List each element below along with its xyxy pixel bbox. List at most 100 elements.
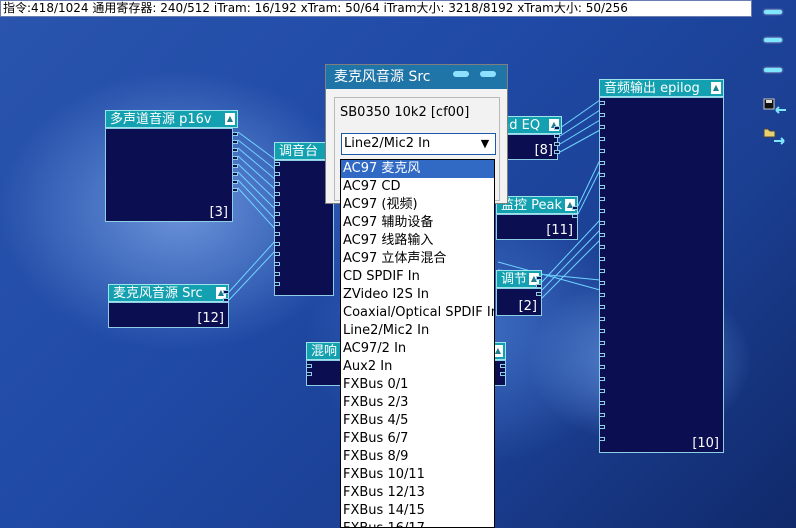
dialog-title-bar[interactable]: 麦克风音源 Src [326, 65, 507, 89]
input-port[interactable] [599, 329, 605, 333]
output-port[interactable] [572, 214, 578, 218]
output-port[interactable] [232, 132, 238, 136]
output-port[interactable] [536, 276, 542, 280]
dropdown-option[interactable]: ZVideo I2S In [341, 286, 494, 304]
dropdown-option[interactable]: FXBus 6/7 [341, 430, 494, 448]
dropdown-option[interactable]: AC97 辅助设备 [341, 214, 494, 232]
input-port[interactable] [274, 252, 280, 256]
input-port[interactable] [274, 272, 280, 276]
input-port[interactable] [599, 281, 605, 285]
dropdown-option[interactable]: Aux2 In [341, 358, 494, 376]
node-title[interactable]: 多声道音源 p16v ▲ [105, 110, 238, 128]
input-port[interactable] [274, 192, 280, 196]
input-port[interactable] [599, 413, 605, 417]
chevron-down-icon[interactable]: ▼ [475, 134, 495, 154]
output-port[interactable] [500, 372, 506, 376]
input-port[interactable] [599, 173, 605, 177]
output-port[interactable] [223, 298, 229, 302]
node-title[interactable]: 麦克风音源 Src ▲ [108, 284, 229, 302]
input-port[interactable] [274, 162, 280, 166]
output-port[interactable] [232, 148, 238, 152]
input-port[interactable] [599, 125, 605, 129]
node-title[interactable]: 音频输出 epilog ▲ [599, 79, 724, 97]
input-port[interactable] [274, 182, 280, 186]
node-p16v[interactable]: 多声道音源 p16v ▲ [3] [105, 110, 238, 222]
output-port[interactable] [232, 180, 238, 184]
input-port[interactable] [599, 149, 605, 153]
dropdown-option[interactable]: FXBus 2/3 [341, 394, 494, 412]
input-port[interactable] [599, 257, 605, 261]
input-port[interactable] [599, 233, 605, 237]
output-port[interactable] [554, 150, 560, 154]
input-port[interactable] [599, 401, 605, 405]
dropdown-option[interactable]: FXBus 14/15 [341, 502, 494, 520]
dropdown-option[interactable]: AC97 CD [341, 178, 494, 196]
output-port[interactable] [232, 188, 238, 192]
collapse-arrow-icon[interactable]: ▲ [711, 82, 721, 94]
input-port[interactable] [306, 372, 312, 376]
input-port[interactable] [599, 293, 605, 297]
input-port[interactable] [599, 101, 605, 105]
output-port[interactable] [232, 140, 238, 144]
collapse-arrow-icon[interactable]: ▲ [225, 113, 235, 125]
node-epilog[interactable]: 音频输出 epilog ▲ [10] [599, 79, 724, 453]
dropdown-option[interactable]: AC97 线路输入 [341, 232, 494, 250]
input-port[interactable] [599, 137, 605, 141]
dropdown-option[interactable]: FXBus 4/5 [341, 412, 494, 430]
dropdown-option[interactable]: FXBus 12/13 [341, 484, 494, 502]
output-port[interactable] [554, 126, 560, 130]
input-port[interactable] [599, 389, 605, 393]
node-mic-src[interactable]: 麦克风音源 Src ▲ [12] [108, 284, 229, 328]
input-port[interactable] [599, 209, 605, 213]
output-port[interactable] [232, 164, 238, 168]
source-select[interactable]: Line2/Mic2 In ▼ [341, 133, 496, 155]
output-port[interactable] [572, 206, 578, 210]
input-port[interactable] [599, 161, 605, 165]
dropdown-option[interactable]: Line2/Mic2 In [341, 322, 494, 340]
input-port[interactable] [599, 425, 605, 429]
input-port[interactable] [599, 305, 605, 309]
input-port[interactable] [306, 364, 312, 368]
input-port[interactable] [599, 317, 605, 321]
node-peak[interactable]: 监控 Peak ▲ [11] [496, 196, 578, 240]
dropdown-option[interactable]: AC97 麦克风 [341, 160, 494, 178]
input-port[interactable] [274, 172, 280, 176]
input-port[interactable] [599, 113, 605, 117]
input-port[interactable] [274, 202, 280, 206]
dropdown-option[interactable]: FXBus 8/9 [341, 448, 494, 466]
dropdown-option[interactable]: AC97 (视频) [341, 196, 494, 214]
input-port[interactable] [274, 262, 280, 266]
output-port[interactable] [554, 134, 560, 138]
dropdown-option[interactable]: FXBus 0/1 [341, 376, 494, 394]
dropdown-option[interactable]: CD SPDIF In [341, 268, 494, 286]
dropdown-option[interactable]: FXBus 16/17 [341, 520, 494, 527]
output-port[interactable] [536, 284, 542, 288]
input-port[interactable] [599, 437, 605, 441]
output-port[interactable] [500, 364, 506, 368]
input-port[interactable] [599, 221, 605, 225]
minimize-icon[interactable] [453, 71, 469, 77]
output-port[interactable] [223, 290, 229, 294]
node-adjust[interactable]: 调节 ▲ [2] [496, 270, 542, 316]
input-port[interactable] [599, 185, 605, 189]
close-icon[interactable] [480, 71, 496, 77]
input-port[interactable] [274, 242, 280, 246]
output-port[interactable] [232, 172, 238, 176]
output-port[interactable] [536, 292, 542, 296]
dropdown-option[interactable]: AC97 立体声混合 [341, 250, 494, 268]
output-port[interactable] [554, 142, 560, 146]
output-port[interactable] [232, 156, 238, 160]
dropdown-option[interactable]: FXBus 10/11 [341, 466, 494, 484]
input-port[interactable] [599, 365, 605, 369]
input-port[interactable] [274, 282, 280, 286]
input-port[interactable] [599, 245, 605, 249]
source-dropdown-list[interactable]: AC97 麦克风 AC97 CD AC97 (视频) AC97 辅助设备 AC97 线路… [340, 159, 495, 528]
node-title[interactable]: 监控 Peak ▲ [496, 196, 578, 214]
input-port[interactable] [274, 232, 280, 236]
input-port[interactable] [274, 212, 280, 216]
input-port[interactable] [599, 197, 605, 201]
dropdown-option[interactable]: Coaxial/Optical SPDIF In [341, 304, 494, 322]
input-port[interactable] [599, 353, 605, 357]
input-port[interactable] [599, 341, 605, 345]
input-port[interactable] [599, 269, 605, 273]
